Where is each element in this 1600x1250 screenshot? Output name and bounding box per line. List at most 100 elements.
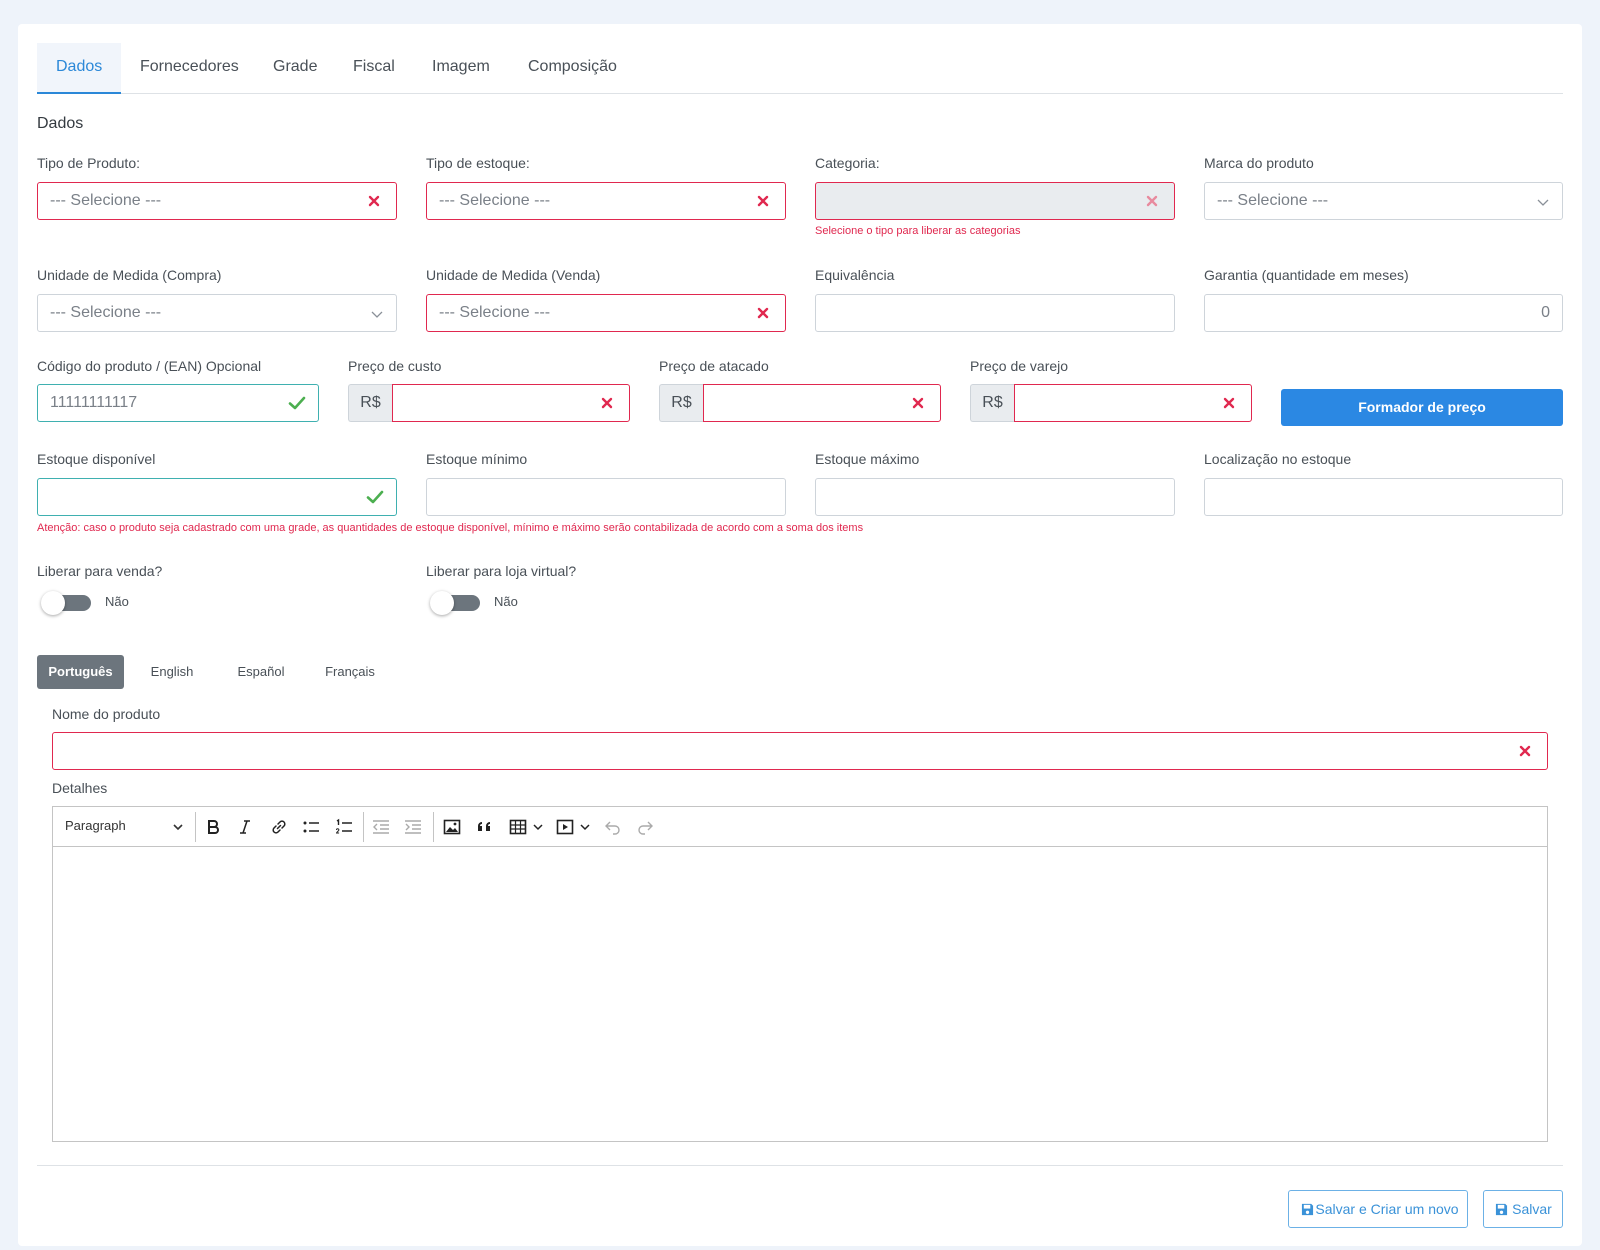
error-x-icon [912,397,924,409]
error-x-icon [1519,745,1531,757]
outdent-icon[interactable] [371,817,391,837]
label-preco-varejo: Preço de varejo [970,358,1069,374]
chevron-down-icon [371,311,383,318]
error-x-icon [1146,195,1158,207]
categoria-select[interactable] [815,182,1175,220]
tab-fornecedores[interactable]: Fornecedores [121,43,258,94]
label-tipo-produto: Tipo de Produto: [37,155,140,171]
label-liberar-loja: Liberar para loja virtual? [426,563,577,579]
label-estoque-minimo: Estoque mínimo [426,451,528,467]
currency-addon: R$ [659,384,703,422]
codigo-input[interactable]: 11111111117 [37,384,319,422]
salvar-criar-novo-button[interactable]: Salvar e Criar um novo [1288,1190,1468,1228]
paragraph-format-dropdown[interactable]: Paragraph [65,807,126,845]
error-x-icon [757,195,769,207]
label-estoque-maximo: Estoque máximo [815,451,920,467]
label-preco-atacado: Preço de atacado [659,358,769,374]
error-x-icon [601,397,613,409]
tab-composicao[interactable]: Composição [509,43,636,94]
floppy-disk-icon [1301,1203,1314,1216]
preco-custo-input[interactable] [392,384,630,422]
select-placeholder: --- Selecione --- [439,192,551,209]
um-venda-select[interactable]: --- Selecione --- [426,294,786,332]
footer-divider [37,1165,1563,1166]
italic-icon[interactable] [235,817,255,837]
media-embed-icon[interactable] [555,817,575,837]
select-placeholder: --- Selecione --- [439,304,551,321]
section-title: Dados [37,115,84,132]
label-tipo-estoque: Tipo de estoque: [426,155,530,171]
label-garantia: Garantia (quantidade em meses) [1204,267,1409,283]
um-compra-select[interactable]: --- Selecione --- [37,294,397,332]
estoque-disponivel-input[interactable] [37,478,397,516]
lang-tab-portugues[interactable]: Português [37,655,124,689]
toolbar-separator [433,812,434,842]
label-categoria: Categoria: [815,155,880,171]
check-icon [366,490,384,504]
label-preco-custo: Preço de custo [348,358,442,374]
tab-grade[interactable]: Grade [254,43,336,94]
salvar-criar-novo-label: Salvar e Criar um novo [1315,1201,1459,1217]
chevron-down-icon[interactable] [532,821,544,833]
liberar-venda-toggle[interactable] [41,591,91,615]
lang-tab-english[interactable]: English [134,655,210,689]
label-marca: Marca do produto [1204,155,1314,171]
preco-varejo-input[interactable] [1014,384,1252,422]
label-localizacao: Localização no estoque [1204,451,1352,467]
salvar-label: Salvar [1512,1201,1552,1217]
table-icon[interactable] [508,817,528,837]
estoque-minimo-input[interactable] [426,478,786,516]
toggle-knob [41,591,65,615]
label-nome-produto: Nome do produto [52,706,161,722]
currency-addon: R$ [970,384,1014,422]
localizacao-input[interactable] [1204,478,1563,516]
chevron-down-icon[interactable] [579,821,591,833]
toolbar-separator [363,812,364,842]
chevron-down-icon [1537,199,1549,206]
currency-addon: R$ [348,384,392,422]
undo-icon[interactable] [603,817,623,837]
marca-select[interactable]: --- Selecione --- [1204,182,1563,220]
select-placeholder: --- Selecione --- [1217,192,1329,209]
check-icon [288,396,306,410]
formador-preco-button[interactable]: Formador de preço [1281,389,1563,426]
indent-icon[interactable] [403,817,423,837]
toolbar-separator [195,812,196,842]
estoque-maximo-input[interactable] [815,478,1175,516]
salvar-button[interactable]: Salvar [1483,1190,1563,1228]
tab-fiscal[interactable]: Fiscal [334,43,414,94]
label-um-compra: Unidade de Medida (Compra) [37,267,222,283]
preco-atacado-input[interactable] [703,384,941,422]
bold-icon[interactable] [203,817,223,837]
tipo-estoque-select[interactable]: --- Selecione --- [426,182,786,220]
estoque-help-text: Atenção: caso o produto seja cadastrado … [37,522,864,534]
categoria-help-text: Selecione o tipo para liberar as categor… [815,225,1021,237]
bulleted-list-icon[interactable] [301,817,321,837]
blockquote-icon[interactable] [475,817,495,837]
error-x-icon [757,307,769,319]
tab-imagem[interactable]: Imagem [413,43,509,94]
garantia-value: 0 [1541,304,1550,321]
tipo-produto-select[interactable]: --- Selecione --- [37,182,397,220]
error-x-icon [1223,397,1235,409]
liberar-venda-status: Não [105,594,129,609]
select-placeholder: --- Selecione --- [50,304,162,321]
garantia-input[interactable]: 0 [1204,294,1563,332]
tab-dados[interactable]: Dados [37,43,121,94]
label-detalhes: Detalhes [52,780,108,796]
liberar-loja-status: Não [494,594,518,609]
chevron-down-icon [173,824,183,831]
rich-text-editor[interactable] [52,846,1548,1142]
lang-tab-espanol[interactable]: Español [223,655,299,689]
numbered-list-icon[interactable] [334,817,354,837]
nome-produto-input[interactable] [52,732,1548,770]
link-icon[interactable] [269,817,289,837]
redo-icon[interactable] [635,817,655,837]
error-x-icon [368,195,380,207]
lang-tab-francais[interactable]: Français [312,655,388,689]
label-um-venda: Unidade de Medida (Venda) [426,267,601,283]
image-icon[interactable] [442,817,462,837]
liberar-loja-toggle[interactable] [430,591,480,615]
equivalencia-input[interactable] [815,294,1175,332]
toggle-knob [430,591,454,615]
